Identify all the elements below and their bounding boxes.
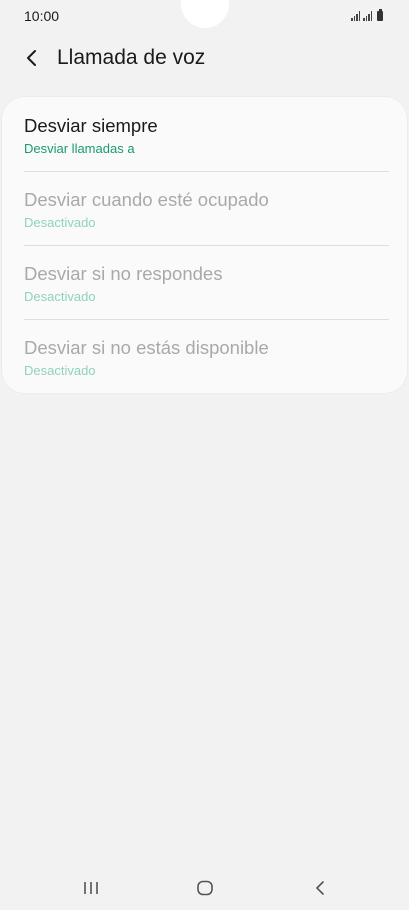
signal-icon xyxy=(351,11,360,21)
back-button[interactable] xyxy=(18,44,46,72)
option-always-forward[interactable]: Desviar siempre Desviar llamadas a xyxy=(24,111,389,185)
camera-notch xyxy=(181,0,229,28)
status-icons xyxy=(351,9,383,21)
page-title: Llamada de voz xyxy=(57,46,206,69)
status-bar: 10:00 xyxy=(0,0,409,32)
option-subtitle: Desactivado xyxy=(24,215,96,230)
divider xyxy=(24,171,389,172)
option-forward-unreachable[interactable]: Desviar si no estás disponible Desactiva… xyxy=(24,333,389,407)
option-title: Desviar si no respondes xyxy=(24,263,223,284)
status-time: 10:00 xyxy=(24,8,60,24)
recent-apps-icon xyxy=(84,882,98,894)
option-forward-when-busy[interactable]: Desviar cuando esté ocupado Desactivado xyxy=(24,185,389,259)
call-forwarding-card: Desviar siempre Desviar llamadas a Desvi… xyxy=(2,97,407,393)
back-icon xyxy=(316,881,324,895)
option-subtitle: Desactivado xyxy=(24,289,96,304)
option-title: Desviar si no estás disponible xyxy=(24,337,269,358)
back-nav-button[interactable] xyxy=(300,876,340,900)
navigation-bar xyxy=(0,864,409,910)
battery-icon xyxy=(377,9,383,21)
option-forward-no-answer[interactable]: Desviar si no respondes Desactivado xyxy=(24,259,389,333)
divider xyxy=(24,245,389,246)
option-title: Desviar cuando esté ocupado xyxy=(24,189,269,210)
home-icon xyxy=(197,880,213,896)
option-subtitle: Desviar llamadas a xyxy=(24,141,135,156)
divider xyxy=(24,319,389,320)
home-button[interactable] xyxy=(185,876,225,900)
option-title: Desviar siempre xyxy=(24,115,158,136)
recent-apps-button[interactable] xyxy=(71,876,111,900)
signal-icon xyxy=(363,11,372,21)
chevron-left-icon xyxy=(27,50,36,66)
option-subtitle: Desactivado xyxy=(24,363,96,378)
app-header: Llamada de voz xyxy=(0,38,409,78)
